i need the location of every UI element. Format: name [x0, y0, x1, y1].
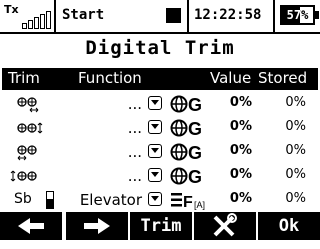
battery-text: 57% [286, 8, 309, 22]
stop-icon [166, 8, 181, 23]
stored-value: 0% [285, 167, 306, 182]
forward-arrow-icon [84, 218, 110, 234]
trim-vertical-icon [8, 166, 48, 186]
divider [273, 0, 275, 32]
trim-value: 0% [229, 119, 252, 134]
dropdown-icon[interactable] [148, 120, 162, 134]
tools-button[interactable] [194, 212, 256, 240]
global-mode-icon[interactable]: G [170, 117, 210, 139]
function-value: ... [127, 119, 142, 137]
function-value: ... [127, 143, 142, 161]
stored-value: 0% [285, 143, 306, 158]
global-mode-icon[interactable]: G [170, 93, 210, 115]
status-divider [0, 32, 320, 34]
trim-horizontal-icon [8, 142, 48, 162]
clock: 12:22:58 [194, 7, 262, 23]
ok-button[interactable]: Ok [258, 212, 320, 240]
battery-indicator: 57% [280, 5, 319, 25]
table-row[interactable]: ... G 0% 0% [0, 140, 320, 164]
back-arrow-icon [18, 218, 44, 234]
table-row[interactable]: ... G 0% 0% [0, 164, 320, 188]
function-key-bar: Trim Ok [0, 212, 320, 240]
table-header: Trim Function Value Stored [2, 68, 318, 90]
switch-icon [46, 191, 54, 209]
switch-label: Sb [14, 191, 32, 207]
svg-text:G: G [188, 95, 202, 115]
dropdown-icon[interactable] [148, 168, 162, 182]
function-value: ... [127, 167, 142, 185]
tools-icon [213, 213, 237, 237]
header-stored: Stored [258, 69, 308, 87]
page-title: Digital Trim [85, 37, 235, 59]
trim-horizontal-icon [8, 94, 48, 114]
dropdown-icon[interactable] [148, 144, 162, 158]
trim-vertical-icon [8, 118, 48, 138]
status-bar: Tx Start 12:22:58 57% [0, 0, 320, 34]
header-value: Value [210, 69, 252, 87]
tx-signal-indicator: Tx [4, 3, 52, 31]
header-trim: Trim [8, 69, 40, 87]
trim-value: 0% [229, 191, 252, 206]
trim-button[interactable]: Trim [130, 212, 192, 240]
signal-bar [40, 14, 45, 29]
table-row[interactable]: ... G 0% 0% [0, 92, 320, 116]
back-button[interactable] [0, 212, 62, 240]
svg-text:G: G [188, 119, 202, 139]
stored-value: 0% [285, 119, 306, 134]
global-mode-icon[interactable]: G [170, 141, 210, 163]
dropdown-icon[interactable] [148, 192, 162, 206]
svg-text:G: G [188, 167, 202, 187]
function-value: Elevator [79, 191, 142, 209]
trim-value: 0% [229, 95, 252, 110]
global-mode-icon[interactable]: G [170, 165, 210, 187]
signal-bar [34, 17, 39, 29]
trim-switch[interactable]: Sb [10, 190, 60, 210]
next-button[interactable] [66, 212, 128, 240]
signal-bar [46, 11, 51, 29]
dropdown-icon[interactable] [148, 96, 162, 110]
signal-bar [28, 20, 33, 29]
trim-value: 0% [229, 143, 252, 158]
trim-value: 0% [229, 167, 252, 182]
status-title: Start [62, 7, 105, 23]
battery-nub [315, 11, 319, 19]
svg-text:[A]: [A] [194, 200, 205, 210]
function-value: ... [127, 95, 142, 113]
stored-value: 0% [285, 95, 306, 110]
svg-text:G: G [188, 143, 202, 163]
signal-bar [22, 23, 27, 29]
tx-label: Tx [4, 3, 19, 16]
divider [54, 0, 56, 32]
header-function: Function [78, 69, 142, 87]
divider [187, 0, 189, 32]
stored-value: 0% [285, 191, 306, 206]
flight-mode-icon[interactable]: F [A] [170, 189, 210, 211]
svg-text:F: F [183, 194, 193, 211]
table-row[interactable]: Sb Elevator F [A] 0% 0% [0, 188, 320, 212]
table-row[interactable]: ... G 0% 0% [0, 116, 320, 140]
